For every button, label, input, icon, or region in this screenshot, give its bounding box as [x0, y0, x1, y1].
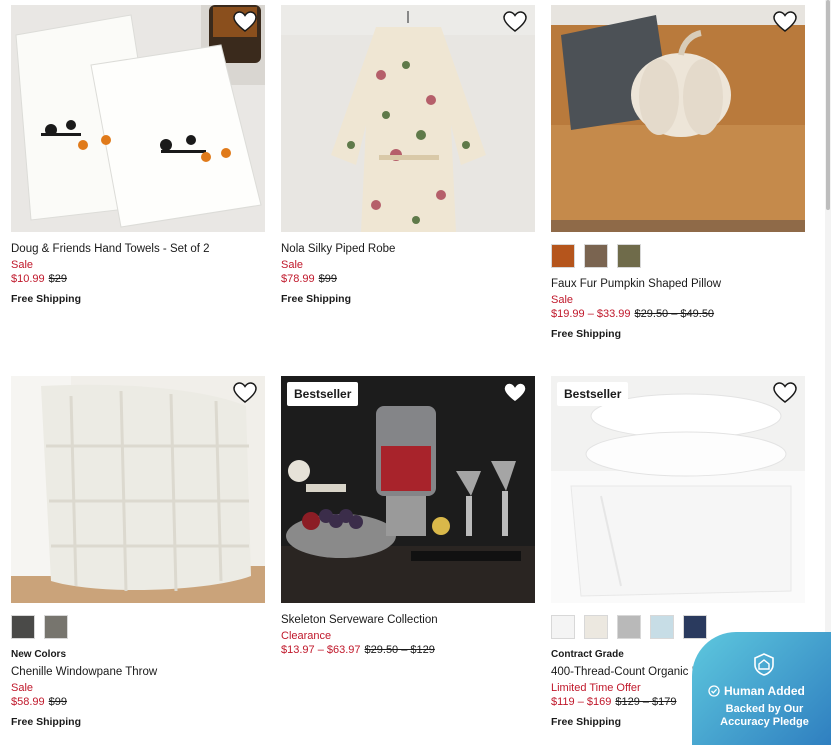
accuracy-pledge-widget[interactable]: Human Added Backed by Our Accuracy Pledg…	[692, 632, 831, 745]
color-swatch[interactable]	[44, 615, 68, 639]
original-price: $99	[48, 696, 68, 708]
heart-icon[interactable]	[233, 382, 257, 404]
original-price: $129 – $179	[615, 696, 677, 708]
price: $10.99 $29	[11, 273, 265, 285]
bestseller-badge: Bestseller	[557, 382, 629, 406]
heart-icon[interactable]	[503, 11, 527, 33]
check-circle-icon	[708, 685, 720, 697]
shipping-label: Free Shipping	[11, 293, 82, 305]
hand-towels-photo	[11, 5, 265, 232]
sheet-set-photo	[551, 376, 805, 603]
scrollbar-thumb[interactable]	[826, 0, 830, 210]
product-card[interactable]: Bestseller Skeleton Serveware Collection…	[281, 376, 535, 656]
sale-price: $119 – $169	[551, 696, 612, 708]
price: $58.99 $99	[11, 696, 265, 708]
product-image[interactable]: Bestseller	[551, 376, 805, 603]
sale-price: $78.99	[281, 273, 315, 285]
promo-label: Clearance	[281, 630, 332, 642]
product-name[interactable]: Faux Fur Pumpkin Shaped Pillow	[551, 278, 805, 290]
throw-blanket-photo	[11, 376, 265, 603]
product-card[interactable]: Nola Silky Piped Robe Sale $78.99 $99 Fre…	[281, 5, 535, 305]
price: $13.97 – $63.97 $29.50 – $129	[281, 644, 535, 656]
product-name[interactable]: Doug & Friends Hand Towels - Set of 2	[11, 243, 265, 255]
sale-price: $13.97 – $63.97	[281, 644, 361, 656]
sale-price: $58.99	[11, 696, 45, 708]
product-card[interactable]: New Colors Chenille Windowpane Throw Sal…	[11, 376, 265, 728]
shipping-label: Free Shipping	[11, 716, 82, 728]
pledge-subtitle: Backed by Our Accuracy Pledge	[720, 703, 809, 728]
original-price: $29	[48, 273, 68, 285]
robe-photo	[281, 5, 535, 232]
promo-label: Sale	[11, 682, 34, 694]
color-swatch[interactable]	[551, 244, 575, 268]
product-image[interactable]	[11, 5, 265, 232]
color-swatch[interactable]	[617, 244, 641, 268]
color-swatch[interactable]	[551, 615, 575, 639]
product-image[interactable]	[551, 5, 805, 232]
color-swatches	[11, 615, 265, 641]
skeleton-serveware-photo	[281, 376, 535, 603]
heart-icon[interactable]	[503, 382, 527, 404]
shipping-label: Free Shipping	[551, 328, 622, 340]
product-image[interactable]	[11, 376, 265, 603]
sale-price: $19.99 – $33.99	[551, 308, 631, 320]
color-swatch[interactable]	[650, 615, 674, 639]
original-price: $29.50 – $129	[364, 644, 435, 656]
product-name[interactable]: Nola Silky Piped Robe	[281, 243, 535, 255]
product-flag: New Colors	[11, 649, 67, 660]
pledge-title-text: Human Added	[724, 684, 805, 698]
product-image[interactable]: Bestseller	[281, 376, 535, 603]
product-card[interactable]: Doug & Friends Hand Towels - Set of 2 Sa…	[11, 5, 265, 305]
color-swatch[interactable]	[11, 615, 35, 639]
house-shield-icon	[754, 653, 774, 676]
color-swatches	[551, 244, 805, 270]
heart-icon[interactable]	[773, 11, 797, 33]
color-swatch[interactable]	[617, 615, 641, 639]
heart-icon[interactable]	[233, 11, 257, 33]
product-card[interactable]: Faux Fur Pumpkin Shaped Pillow Sale $19.…	[551, 5, 805, 340]
sale-price: $10.99	[11, 273, 45, 285]
heart-icon[interactable]	[773, 382, 797, 404]
product-name[interactable]: Skeleton Serveware Collection	[281, 614, 535, 626]
product-image[interactable]	[281, 5, 535, 232]
original-price: $29.50 – $49.50	[634, 308, 715, 320]
original-price: $99	[318, 273, 338, 285]
promo-label: Sale	[281, 259, 304, 271]
price: $78.99 $99	[281, 273, 535, 285]
pledge-title: Human Added	[708, 684, 805, 698]
shipping-label: Free Shipping	[281, 293, 352, 305]
bestseller-badge: Bestseller	[287, 382, 359, 406]
price: $19.99 – $33.99 $29.50 – $49.50	[551, 308, 805, 320]
color-swatch[interactable]	[584, 244, 608, 268]
product-name[interactable]: Chenille Windowpane Throw	[11, 666, 265, 678]
color-swatch[interactable]	[584, 615, 608, 639]
pumpkin-pillow-photo	[551, 5, 805, 232]
promo-label: Sale	[11, 259, 34, 271]
color-swatch[interactable]	[683, 615, 707, 639]
promo-label: Sale	[551, 294, 574, 306]
